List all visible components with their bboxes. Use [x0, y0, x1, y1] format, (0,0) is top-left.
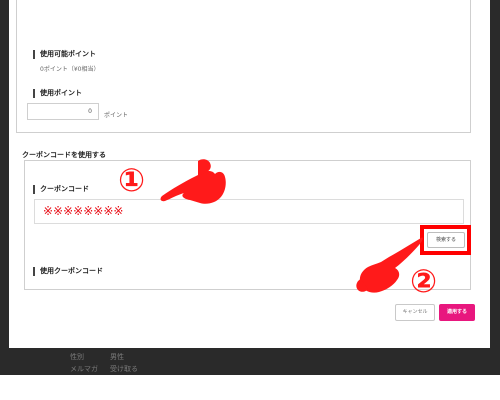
use-points-input[interactable]: 0 [27, 103, 99, 120]
used-coupon-label: 使用クーポンコード [33, 267, 103, 276]
background-row: メルマガ 受け取る [70, 364, 138, 374]
step-1-marker: ① [118, 161, 146, 199]
background-row-key: メルマガ [70, 365, 98, 373]
background-row-value: 受け取る [110, 365, 138, 373]
background-row-key: 性別 [70, 353, 84, 361]
step-2-marker: ② [410, 262, 438, 300]
background-row-value: 男性 [110, 353, 124, 361]
coupon-section-title: クーポンコードを使用する [22, 151, 106, 159]
available-points-value: 0ポイント（¥0相当） [40, 66, 100, 73]
coupon-code-input[interactable]: ※※※※※※※※ [34, 199, 464, 224]
use-points-label: 使用ポイント [33, 89, 82, 98]
pointing-hand-icon [160, 159, 226, 204]
cancel-button[interactable]: キャンセル [395, 304, 435, 321]
points-unit: ポイント [104, 112, 129, 119]
coupon-code-label: クーポンコード [33, 185, 89, 194]
background-row: 性別 男性 [70, 352, 124, 362]
available-points-label: 使用可能ポイント [33, 50, 96, 59]
apply-button[interactable]: 適用する [439, 304, 475, 321]
search-button[interactable]: 検索する [427, 232, 465, 248]
